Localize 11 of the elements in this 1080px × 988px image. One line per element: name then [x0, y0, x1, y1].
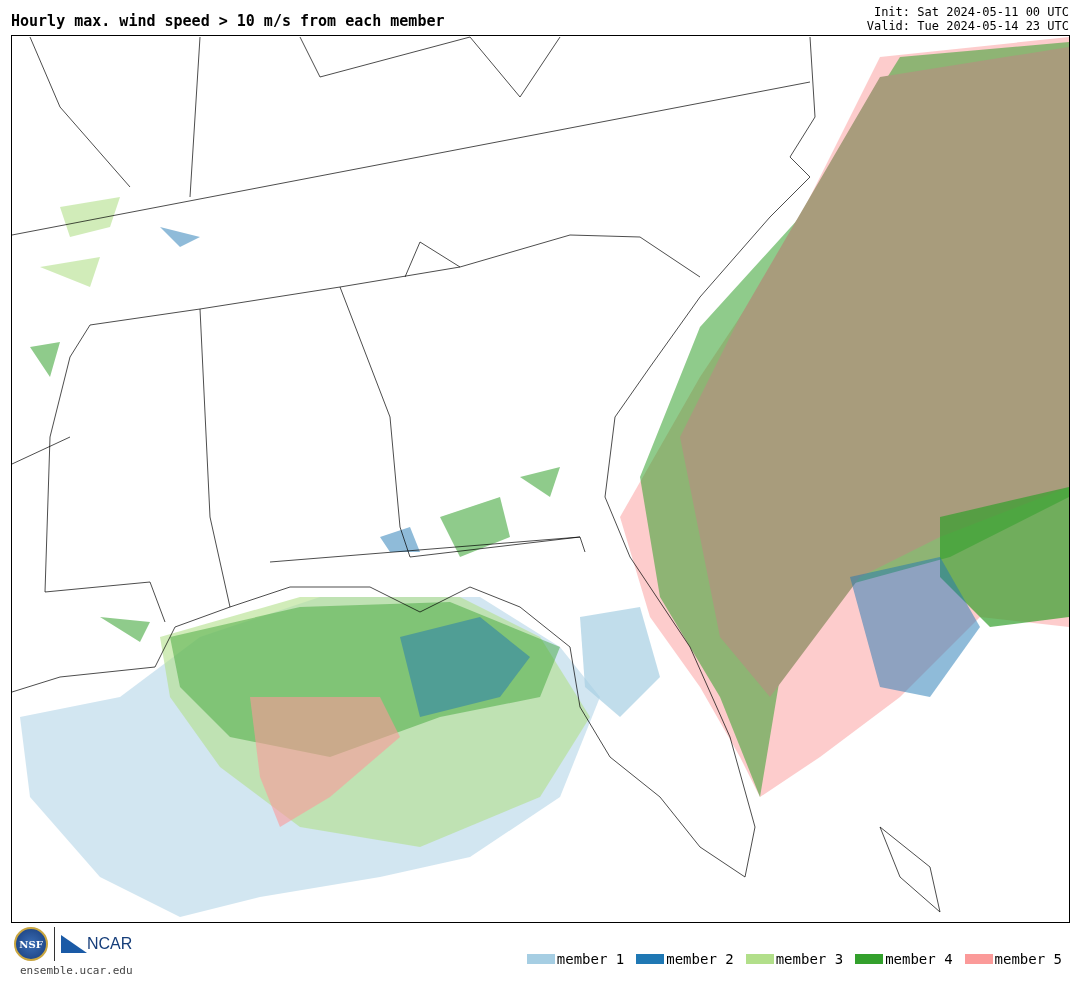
legend-label: member 1 — [556, 951, 625, 967]
legend-label: member 5 — [994, 951, 1062, 967]
init-time: Init: Sat 2024-05-11 00 UTC — [873, 5, 1069, 19]
valid-time: Valid: Tue 2024-05-14 23 UTC — [866, 19, 1069, 33]
legend-label: member 3 — [775, 951, 844, 967]
site-url: ensemble.ucar.edu — [20, 964, 133, 977]
legend-label: member 2 — [666, 951, 734, 967]
chart-title: Hourly max. wind speed > 10 m/s from each member — [11, 12, 445, 30]
ncar-logo: NCAR — [61, 935, 133, 953]
legend-label: member 4 — [885, 951, 953, 967]
nsf-logo: NSF — [14, 927, 48, 961]
